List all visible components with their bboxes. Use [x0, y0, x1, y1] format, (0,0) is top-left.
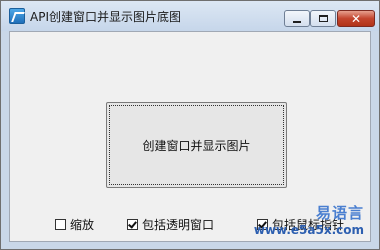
watermark-url: www.e5a5x.com — [253, 223, 364, 237]
title-bar[interactable]: API创建窗口并显示图片底图 ✕ — [1, 1, 379, 31]
checkbox-zoom[interactable]: 缩放 — [55, 216, 94, 233]
create-window-button[interactable]: 创建窗口并显示图片 — [106, 102, 287, 188]
close-button[interactable]: ✕ — [337, 10, 375, 27]
checkbox-zoom-label: 缩放 — [70, 218, 95, 232]
close-icon: ✕ — [350, 11, 362, 26]
checkbox-include-transparent[interactable]: 包括透明窗口 — [127, 216, 214, 233]
watermark: 易语言 www.e5a5x.com — [254, 202, 364, 237]
checkbox-include-transparent-label: 包括透明窗口 — [142, 218, 215, 232]
create-window-button-label: 创建窗口并显示图片 — [142, 138, 251, 153]
window-title: API创建窗口并显示图片底图 — [30, 10, 181, 24]
maximize-icon — [318, 15, 328, 22]
app-window: API创建窗口并显示图片底图 ✕ 创建窗口并显示图片 缩放 包括透明窗口 包括鼠… — [0, 0, 380, 250]
app-icon — [9, 8, 25, 24]
checkbox-include-transparent-box[interactable] — [127, 219, 138, 230]
watermark-brand: 易语言 — [315, 204, 364, 222]
maximize-button[interactable] — [310, 10, 336, 27]
checkbox-zoom-box[interactable] — [55, 219, 66, 230]
minimize-button[interactable] — [284, 10, 310, 27]
minimize-icon — [293, 20, 301, 23]
client-area: 创建窗口并显示图片 缩放 包括透明窗口 包括鼠标指针 易语言 www.e5a5x… — [9, 31, 371, 242]
